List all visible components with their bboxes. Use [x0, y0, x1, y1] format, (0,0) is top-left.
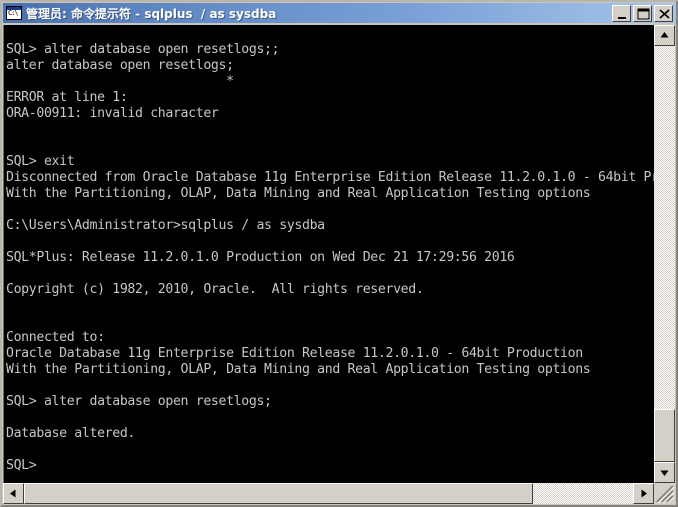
terminal-line: With the Partitioning, OLAP, Data Mining… — [6, 362, 591, 377]
terminal-output: SQL> alter database open resetlogs;; alte… — [6, 26, 655, 474]
terminal-line: alter database open resetlogs; — [6, 58, 234, 73]
horizontal-scrollbar-thumb[interactable] — [24, 483, 533, 504]
maximize-button[interactable] — [633, 4, 652, 22]
scroll-right-arrow-icon[interactable] — [633, 483, 654, 504]
window-buttons — [612, 4, 673, 22]
terminal-line: C:\Users\Administrator>sqlplus / as sysd… — [6, 218, 325, 233]
resize-grip[interactable] — [654, 483, 675, 504]
terminal-line: SQL> exit — [6, 154, 75, 169]
terminal-line: SQL> — [6, 458, 44, 473]
terminal-line: Connected to: — [6, 330, 105, 345]
terminal-line: ERROR at line 1: — [6, 90, 128, 105]
horizontal-scrollbar[interactable] — [3, 483, 654, 504]
vertical-scrollbar[interactable] — [654, 25, 675, 483]
minimize-button[interactable] — [612, 4, 631, 22]
terminal-line: Copyright (c) 1982, 2010, Oracle. All ri… — [6, 282, 424, 297]
window-title: 管理员: 命令提示符 - sqlplus / as sysdba — [26, 6, 277, 21]
terminal-line: Oracle Database 11g Enterprise Edition R… — [6, 346, 583, 361]
terminal-line: Disconnected from Oracle Database 11g En… — [6, 170, 655, 185]
terminal-line: SQL> alter database open resetlogs; — [6, 394, 272, 409]
terminal-line: SQL> alter database open resetlogs;; — [6, 42, 280, 57]
scroll-left-arrow-icon[interactable] — [3, 483, 24, 504]
terminal-line: Database altered. — [6, 426, 136, 441]
scroll-down-arrow-icon[interactable] — [654, 462, 675, 483]
title-bar[interactable]: 管理员: 命令提示符 - sqlplus / as sysdba — [3, 3, 676, 23]
scroll-up-arrow-icon[interactable] — [654, 25, 675, 46]
terminal-viewport[interactable]: SQL> alter database open resetlogs;; alte… — [3, 25, 655, 483]
terminal-line: * — [6, 74, 234, 89]
terminal-line: With the Partitioning, OLAP, Data Mining… — [6, 186, 591, 201]
terminal-line: SQL*Plus: Release 11.2.0.1.0 Production … — [6, 250, 515, 265]
console-icon[interactable] — [6, 6, 22, 20]
close-button[interactable] — [654, 4, 673, 22]
console-window: 管理员: 命令提示符 - sqlplus / as sysdba SQ — [0, 0, 678, 507]
vertical-scrollbar-thumb[interactable] — [654, 409, 675, 462]
terminal-line: ORA-00911: invalid character — [6, 106, 219, 121]
